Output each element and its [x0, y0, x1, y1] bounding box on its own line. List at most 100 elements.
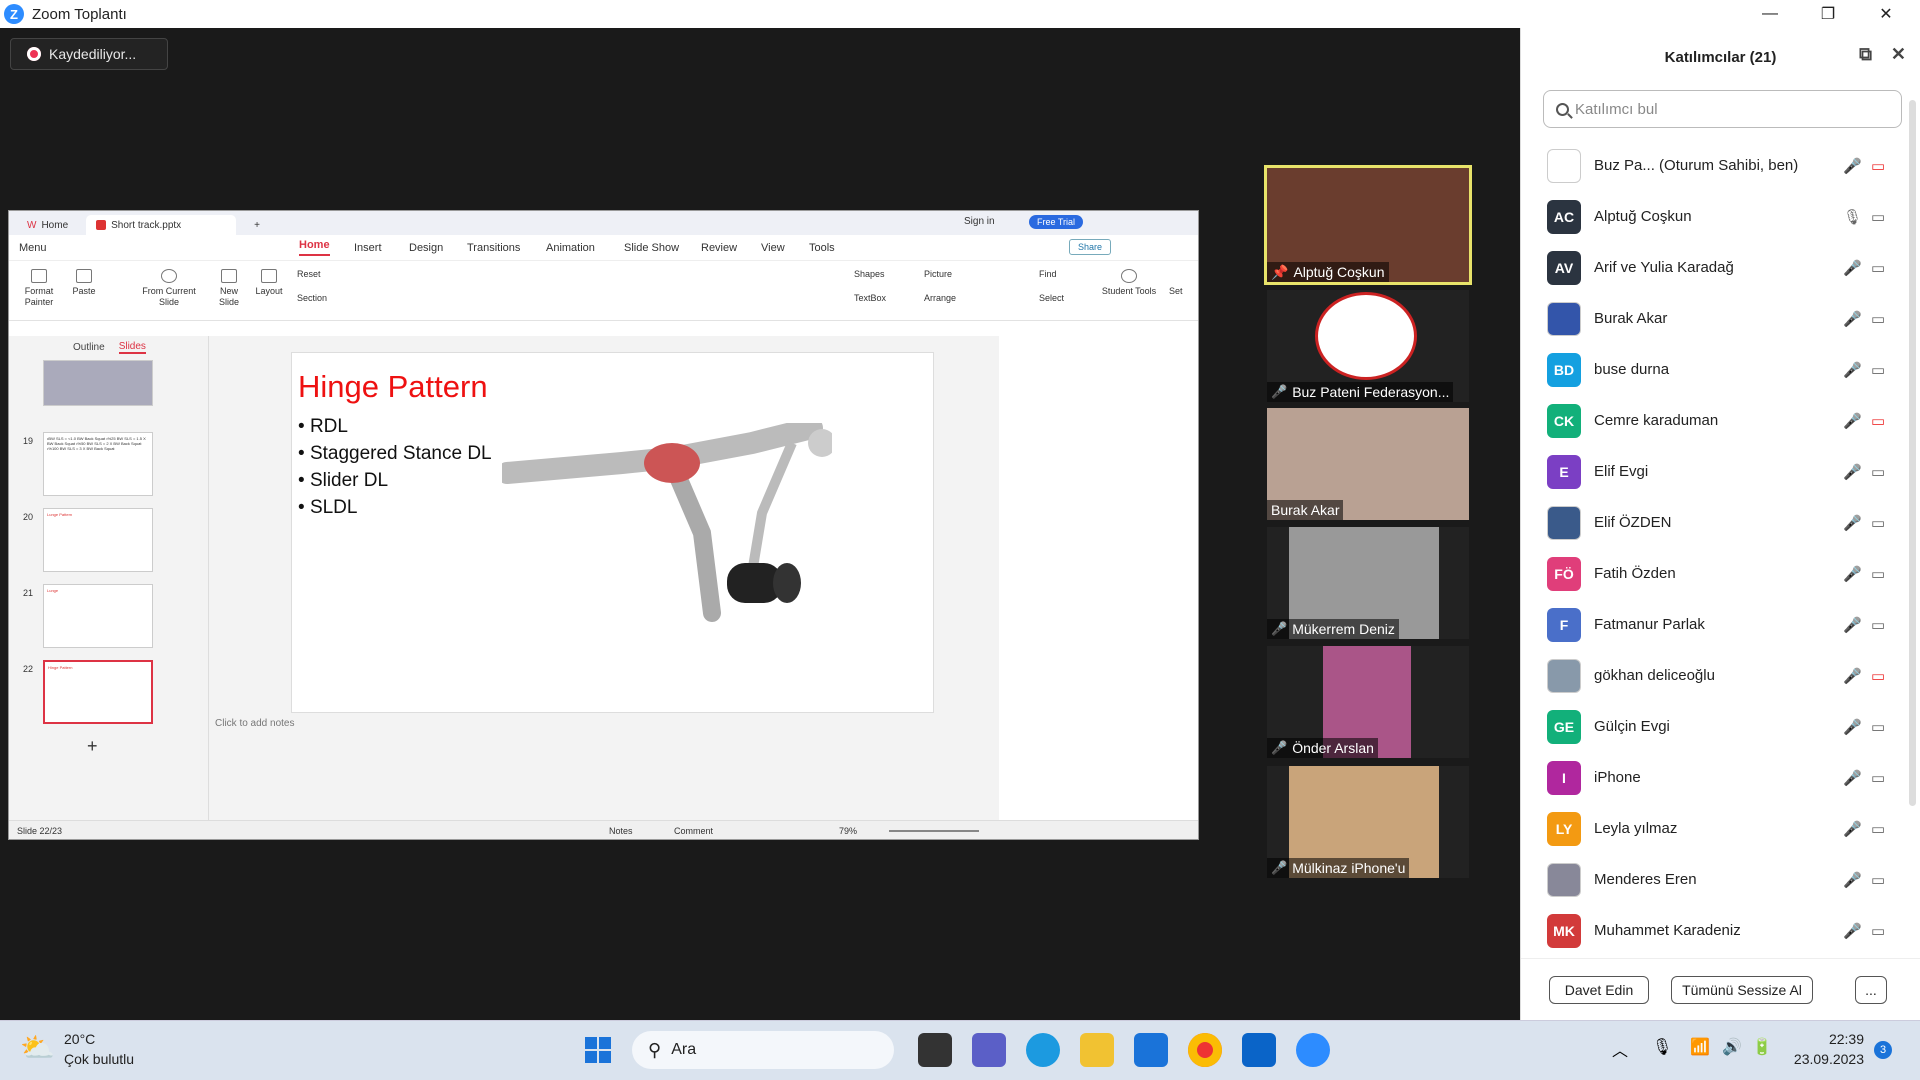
new-slide-button[interactable]: New Slide [209, 269, 249, 308]
free-trial-button[interactable]: Free Trial [1029, 215, 1084, 229]
comment-button[interactable]: Comment [674, 826, 713, 836]
mic-on-icon[interactable]: 🎙 [1843, 208, 1862, 226]
video-tile[interactable]: 🎤 Mükerrem Deniz [1267, 527, 1469, 639]
wifi-icon[interactable]: 📶 [1690, 1037, 1710, 1057]
camera-icon[interactable]: ▭ [1871, 616, 1885, 634]
camera-icon[interactable]: ▭ [1871, 361, 1885, 379]
notification-badge[interactable]: 3 [1874, 1041, 1892, 1059]
slide-thumbnail-20[interactable]: Lunge Pattern [43, 508, 153, 572]
video-tile[interactable]: 🎤 Mülkinaz iPhone'u [1267, 766, 1469, 878]
mic-muted-icon[interactable]: 🎤 [1843, 463, 1862, 481]
more-options-button[interactable]: ... [1855, 975, 1887, 1004]
mic-muted-icon[interactable]: 🎤 [1843, 820, 1862, 838]
mic-muted-icon[interactable]: 🎤 [1843, 565, 1862, 583]
find-button[interactable]: Find [1039, 269, 1057, 280]
mic-muted-icon[interactable]: 🎤 [1843, 718, 1862, 736]
menu-tools[interactable]: Tools [809, 242, 835, 254]
new-tab-button[interactable]: + [244, 215, 270, 235]
taskbar-search[interactable]: ⚲ Ara [632, 1031, 894, 1069]
layout-button[interactable]: Layout [249, 269, 289, 297]
menu-insert[interactable]: Insert [354, 242, 382, 254]
camera-icon[interactable]: ▭ [1871, 208, 1885, 226]
menu-design[interactable]: Design [409, 242, 443, 254]
select-button[interactable]: Select [1039, 293, 1064, 304]
clock-time[interactable]: 22:39 [1794, 1031, 1864, 1047]
microphone-icon[interactable]: 🎙 [1652, 1037, 1672, 1057]
recording-indicator[interactable]: Kaydediliyor... [10, 38, 168, 70]
slides-tab[interactable]: Slides [118, 341, 146, 354]
notes-area[interactable]: Click to add notes [209, 718, 295, 729]
participant-search[interactable]: Katılımcı bul [1543, 90, 1902, 128]
camera-icon[interactable]: ▭ [1871, 718, 1885, 736]
battery-icon[interactable]: 🔋 [1752, 1037, 1772, 1057]
menu-home[interactable]: Home [299, 239, 330, 256]
notes-button[interactable]: Notes [609, 826, 633, 836]
teams-icon[interactable] [972, 1033, 1006, 1067]
participant-row[interactable]: CK Cemre karaduman 🎤 ▭ [1521, 395, 1901, 446]
current-slide[interactable]: Hinge Pattern RDL Staggered Stance DL Sl… [291, 352, 934, 713]
popout-icon[interactable]: ⧉ [1859, 44, 1872, 65]
participant-row[interactable]: AV Arif ve Yulia Karadağ 🎤 ▭ [1521, 242, 1901, 293]
participant-row[interactable]: LY Leyla yılmaz 🎤 ▭ [1521, 803, 1901, 854]
camera-icon[interactable]: ▭ [1871, 565, 1885, 583]
file-app-icon[interactable] [918, 1033, 952, 1067]
zoom-level[interactable]: 79% [839, 826, 857, 836]
restore-button[interactable]: ❐ [1800, 0, 1856, 28]
camera-off-icon[interactable]: ▭ [1871, 157, 1885, 175]
sign-in-link[interactable]: Sign in [964, 216, 995, 227]
camera-icon[interactable]: ▭ [1871, 463, 1885, 481]
tab-home[interactable]: W Home [17, 215, 78, 235]
mute-all-button[interactable]: Tümünü Sessize Al [1671, 975, 1813, 1004]
mic-muted-icon[interactable]: 🎤 [1843, 157, 1862, 175]
camera-icon[interactable]: ▭ [1871, 820, 1885, 838]
mic-muted-icon[interactable]: 🎤 [1843, 514, 1862, 532]
tab-document[interactable]: Short track.pptx [86, 215, 237, 235]
camera-icon[interactable]: ▭ [1871, 259, 1885, 277]
invite-button[interactable]: Davet Edin [1549, 975, 1649, 1004]
zoom-taskbar-icon[interactable] [1296, 1033, 1330, 1067]
participant-row[interactable]: IiPhone 🎤 ▭ [1521, 752, 1901, 803]
camera-off-icon[interactable]: ▭ [1871, 667, 1885, 685]
windows-start-icon[interactable] [585, 1037, 611, 1063]
clock-date[interactable]: 23.09.2023 [1784, 1051, 1864, 1067]
section-button[interactable]: Section [297, 293, 327, 304]
chrome-icon[interactable] [1188, 1033, 1222, 1067]
chevron-up-icon[interactable]: ︿ [1612, 1037, 1628, 1061]
camera-icon[interactable]: ▭ [1871, 871, 1885, 889]
mic-muted-icon[interactable]: 🎤 [1843, 412, 1862, 430]
student-tools-button[interactable]: Student Tools [1099, 269, 1159, 297]
outline-tab[interactable]: Outline [73, 342, 105, 353]
participant-row[interactable]: BD buse durna 🎤 ▭ [1521, 344, 1901, 395]
menu-animation[interactable]: Animation [546, 242, 595, 254]
participant-row[interactable]: gökhan deliceoğlu 🎤 ▭ [1521, 650, 1901, 701]
slide-thumbnail-22[interactable]: Hinge Pattern [43, 660, 153, 724]
textbox-button[interactable]: TextBox [854, 293, 886, 304]
video-tile[interactable]: 📌 Alptuğ Coşkun [1264, 165, 1472, 285]
file-explorer-icon[interactable] [1080, 1033, 1114, 1067]
mic-muted-icon[interactable]: 🎤 [1843, 871, 1862, 889]
zoom-slider[interactable] [889, 830, 979, 832]
camera-icon[interactable]: ▭ [1871, 310, 1885, 328]
participant-row[interactable]: Elif ÖZDEN 🎤 ▭ [1521, 497, 1901, 548]
slide-thumbnail-18[interactable] [43, 360, 153, 406]
paste-button[interactable]: Paste [64, 269, 104, 297]
video-tile[interactable]: 🎤 Buz Pateni Federasyon... [1267, 290, 1469, 402]
camera-icon[interactable]: ▭ [1871, 922, 1885, 940]
participant-row[interactable]: MK Muhammet Karadeniz 🎤 ▭ [1521, 905, 1901, 956]
close-panel-icon[interactable]: ✕ [1891, 44, 1906, 65]
picture-button[interactable]: Picture [924, 269, 952, 280]
outlook-icon[interactable] [1242, 1033, 1276, 1067]
camera-icon[interactable]: ▭ [1871, 769, 1885, 787]
format-painter-button[interactable]: Format Painter [19, 269, 59, 308]
participant-row[interactable]: E Elif Evgi 🎤 ▭ [1521, 446, 1901, 497]
camera-off-icon[interactable]: ▭ [1871, 412, 1885, 430]
minimize-button[interactable]: — [1742, 0, 1798, 28]
menu-transitions[interactable]: Transitions [467, 242, 520, 254]
arrange-button[interactable]: Arrange [924, 293, 956, 304]
mic-muted-icon[interactable]: 🎤 [1843, 667, 1862, 685]
menu-slideshow[interactable]: Slide Show [624, 242, 679, 254]
reset-button[interactable]: Reset [297, 269, 321, 280]
share-button[interactable]: Share [1069, 239, 1112, 255]
shapes-button[interactable]: Shapes [854, 269, 885, 280]
volume-icon[interactable]: 🔊 [1722, 1037, 1742, 1057]
